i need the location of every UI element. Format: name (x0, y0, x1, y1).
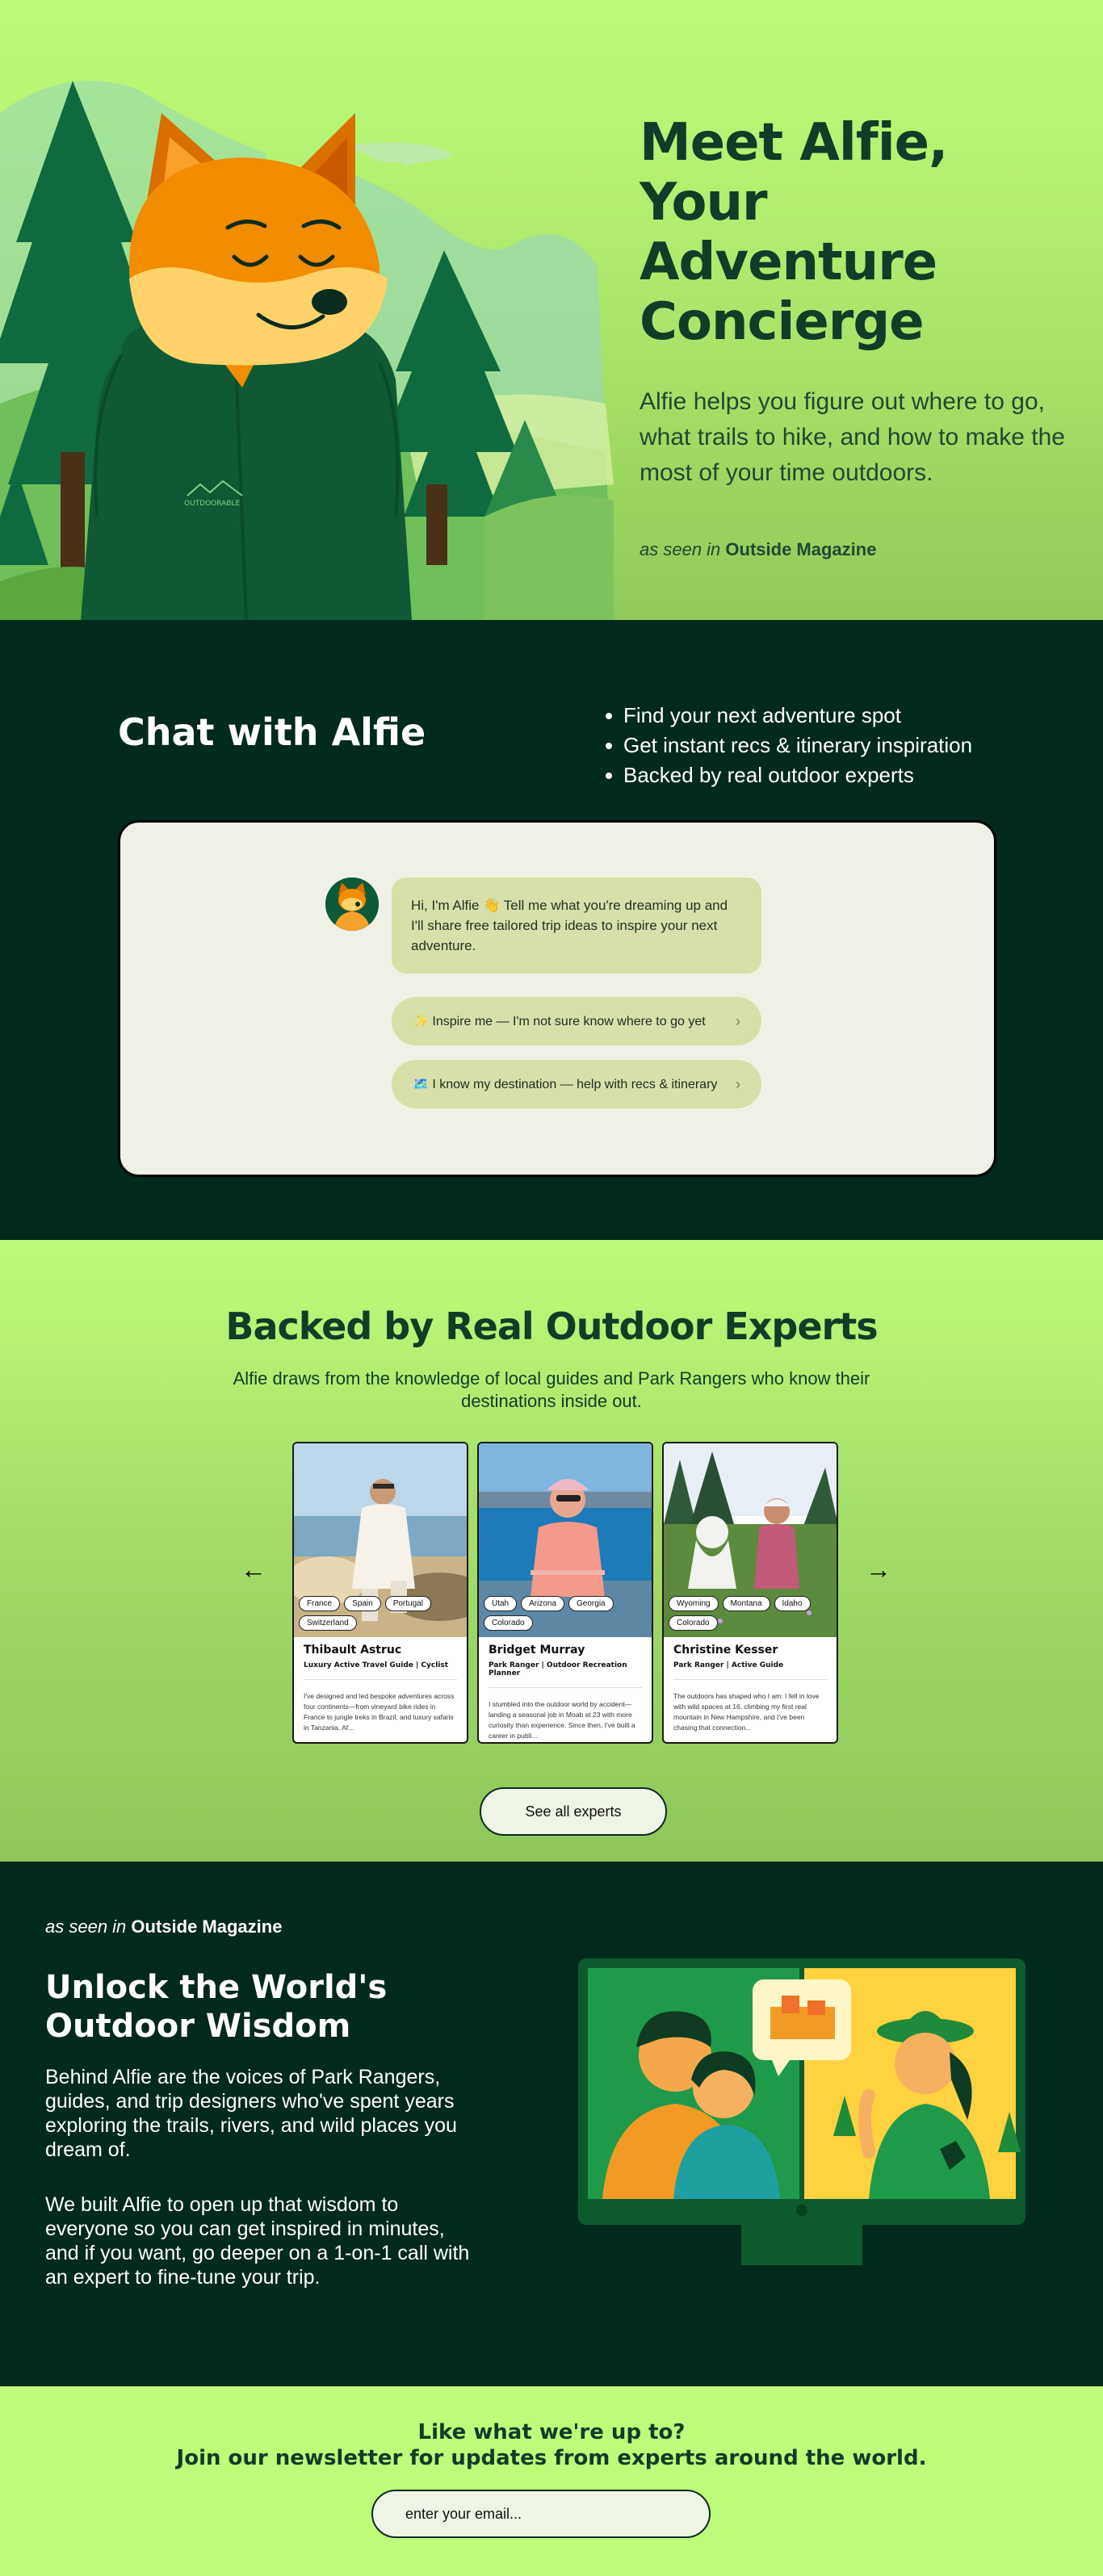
wisdom-paragraph-1: Behind Alfie are the voices of Park Rang… (45, 2066, 457, 2161)
hero-title: Meet Alfie, Your Adventure Concierge (640, 113, 1076, 352)
expert-name: Christine Kesser (673, 1644, 778, 1657)
expert-bio: I've designed and led bespoke adventures… (304, 1679, 457, 1733)
wisdom-seen-prefix: as seen in (45, 1916, 127, 1937)
expert-tags: Wyoming Montana Idaho Colorado (669, 1596, 833, 1631)
newsletter-email-input[interactable] (371, 2490, 711, 2538)
inspire-me-option-button[interactable]: ✨ Inspire me — I'm not sure know where t… (392, 997, 761, 1045)
expert-bio: I stumbled into the outdoor world by acc… (489, 1687, 642, 1741)
location-tag: Spain (344, 1596, 381, 1611)
expert-photo: France Spain Portugal Switzerland (294, 1443, 467, 1637)
location-tag: Colorado (669, 1615, 718, 1631)
expert-tags: France Spain Portugal Switzerland (299, 1596, 463, 1631)
hero-as-seen-in: as seen in Outside Magazine (640, 539, 1076, 560)
see-all-experts-button[interactable]: See all experts (480, 1787, 667, 1836)
carousel-next-arrow-icon[interactable]: → (866, 1555, 891, 1585)
wisdom-as-seen-in: as seen in Outside Magazine (45, 1916, 282, 1937)
expert-photo: Wyoming Montana Idaho Colorado (664, 1443, 837, 1637)
chat-feature-list: Find your next adventure spot Get instan… (602, 701, 972, 790)
expert-name: Bridget Murray (489, 1644, 585, 1657)
newsletter-subheading: Join our newsletter for updates from exp… (176, 2446, 927, 2470)
location-tag: Wyoming (669, 1596, 719, 1611)
alfie-avatar (325, 878, 379, 931)
hero-seen-prefix: as seen in (640, 539, 721, 559)
hero-text-block: Meet Alfie, Your Adventure Concierge Alf… (640, 113, 1076, 560)
chat-feature-item: Find your next adventure spot (602, 701, 972, 731)
expert-tags: Utah Arizona Georgia Colorado (484, 1596, 648, 1631)
location-tag: Portugal (384, 1596, 431, 1611)
experts-section: Backed by Real Outdoor Experts Alfie dra… (0, 1240, 1103, 1862)
expert-card[interactable]: France Spain Portugal Switzerland Thibau… (292, 1442, 468, 1744)
expert-role: Park Ranger | Outdoor Recreation Planner (489, 1661, 627, 1678)
chat-feature-item: Backed by real outdoor experts (602, 760, 972, 790)
expert-card[interactable]: Utah Arizona Georgia Colorado Bridget Mu… (477, 1442, 653, 1744)
hero-section: OUTDOORABLE Meet Alfie, Your Adventure C… (0, 0, 1103, 620)
expert-card[interactable]: Wyoming Montana Idaho Colorado Christine… (662, 1442, 838, 1744)
option-label: ✨ Inspire me — I'm not sure know where t… (413, 1015, 706, 1028)
wisdom-paragraph-2: We built Alfie to open up that wisdom to… (45, 2193, 470, 2289)
location-tag: Arizona (521, 1596, 565, 1611)
chat-section: Chat with Alfie Find your next adventure… (0, 620, 1103, 1240)
location-tag: France (299, 1596, 341, 1611)
chevron-right-icon: › (736, 1012, 740, 1029)
location-tag: Utah (484, 1596, 518, 1611)
wisdom-section: as seen in Outside Magazine Unlock the W… (0, 1862, 1103, 2386)
fox-avatar-icon (325, 878, 379, 931)
hero-subtitle: Alfie helps you figure out where to go, … (640, 388, 1065, 486)
option-label: 🗺️ I know my destination — help with rec… (413, 1078, 718, 1091)
location-tag: Idaho (774, 1596, 811, 1611)
jacket-logo-text: OUTDOORABLE (184, 500, 241, 508)
newsletter-heading: Like what we're up to? (417, 2420, 686, 2444)
wisdom-title: Unlock the World's Outdoor Wisdom (45, 1969, 388, 2045)
location-tag: Georgia (568, 1596, 614, 1611)
location-tag: Colorado (484, 1615, 533, 1631)
expert-bio: The outdoors has shaped who I am: I fell… (673, 1679, 827, 1733)
hero-title-line-1: Meet Alfie, (640, 113, 948, 173)
experts-subtitle: Alfie draws from the knowledge of local … (233, 1368, 870, 1411)
wisdom-seen-brand: Outside Magazine (131, 1916, 283, 1937)
video-call-illustration (578, 1958, 1025, 2265)
alfie-greeting-bubble: Hi, I'm Alfie 👋 Tell me what you're drea… (392, 878, 761, 974)
chevron-right-icon: › (736, 1075, 740, 1092)
location-tag: Montana (722, 1596, 770, 1611)
know-destination-option-button[interactable]: 🗺️ I know my destination — help with rec… (392, 1060, 761, 1108)
alfie-fox-illustration: OUTDOORABLE (0, 81, 614, 620)
expert-role: Luxury Active Travel Guide | Cyclist (304, 1661, 449, 1669)
experts-title: Backed by Real Outdoor Experts (225, 1305, 878, 1348)
hero-title-line-2: Your Adventure (640, 173, 937, 292)
expert-role: Park Ranger | Active Guide (673, 1661, 784, 1669)
chat-title: Chat with Alfie (118, 710, 426, 754)
location-tag: Switzerland (299, 1615, 357, 1631)
newsletter-section: Like what we're up to? Join our newslett… (0, 2386, 1103, 2576)
expert-name: Thibault Astruc (304, 1644, 402, 1657)
hero-title-line-3: Concierge (640, 292, 925, 352)
chat-window: Hi, I'm Alfie 👋 Tell me what you're drea… (118, 820, 996, 1177)
expert-photo: Utah Arizona Georgia Colorado (479, 1443, 652, 1637)
carousel-prev-arrow-icon[interactable]: ← (241, 1555, 266, 1585)
chat-feature-item: Get instant recs & itinerary inspiration (602, 731, 972, 760)
hero-seen-brand: Outside Magazine (725, 539, 877, 559)
